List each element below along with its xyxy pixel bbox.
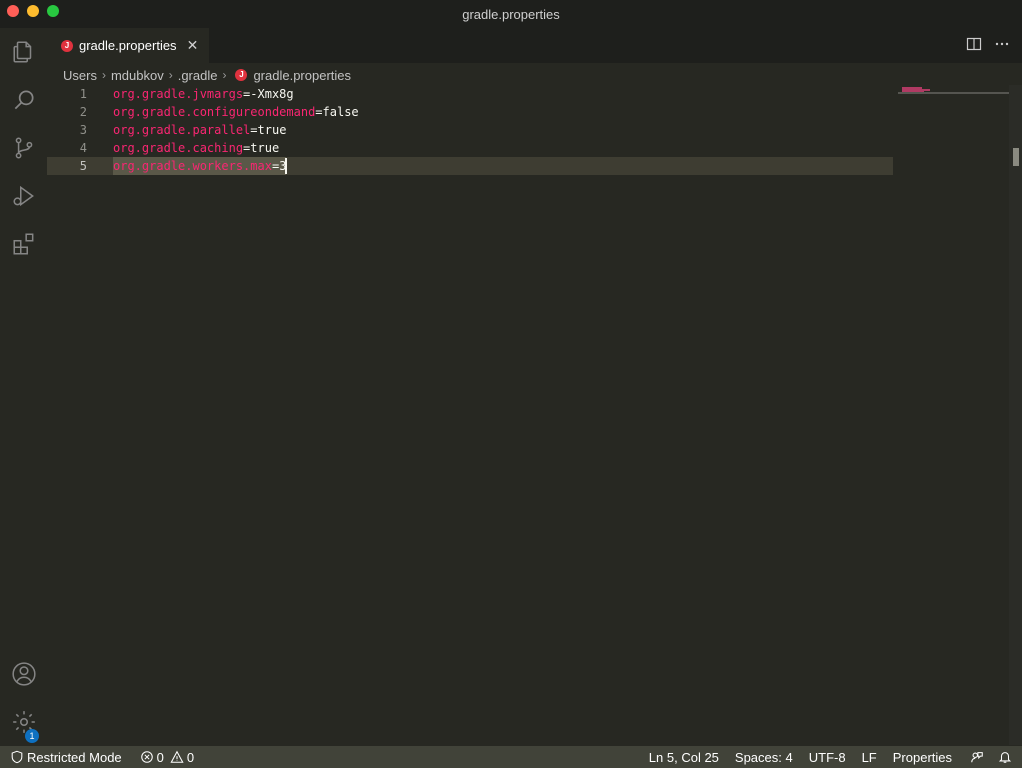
window-controls (7, 5, 59, 17)
search-icon[interactable] (0, 84, 47, 116)
settings-badge: 1 (25, 729, 39, 743)
code-editor[interactable]: 1 org.gradle.jvmargs=-Xmx8g 2 org.gradle… (47, 85, 893, 745)
account-icon[interactable] (0, 658, 47, 690)
line-number: 5 (79, 159, 87, 173)
tab-bar: J gradle.properties ✕ (47, 28, 1022, 63)
error-icon (140, 751, 153, 763)
indentation-label: Spaces: 4 (734, 749, 793, 765)
line-number: 3 (79, 123, 87, 137)
breadcrumb: Users › mdubkov › .gradle › J gradle.pro… (63, 66, 351, 84)
manage-gear-icon[interactable]: 1 (0, 706, 47, 743)
line-number: 2 (79, 105, 87, 119)
code-line[interactable]: 4 org.gradle.caching=true (47, 139, 893, 157)
explorer-icon[interactable] (0, 36, 47, 68)
extensions-icon[interactable] (0, 228, 47, 260)
source-control-icon[interactable] (0, 132, 47, 164)
shield-icon (11, 750, 23, 764)
property-value: true (257, 123, 287, 137)
equals-sign: = (250, 123, 258, 137)
restricted-mode-indicator[interactable]: Restricted Mode (10, 746, 122, 768)
feedback-icon[interactable] (970, 746, 984, 768)
language-mode[interactable]: Properties (893, 746, 952, 768)
warning-count: 0 (186, 749, 195, 765)
code-line[interactable]: 1 org.gradle.jvmargs=-Xmx8g (47, 85, 893, 103)
cursor-position[interactable]: Ln 5, Col 25 (649, 746, 719, 768)
property-key: org.gradle.workers.max (113, 159, 272, 173)
warning-icon (170, 750, 184, 763)
property-value: -Xmx8g (250, 87, 294, 101)
tab-gradle-properties[interactable]: J gradle.properties ✕ (47, 28, 209, 63)
encoding-setting[interactable]: UTF-8 (809, 746, 846, 768)
status-bar: Restricted Mode 0 0 Ln 5, Col 25 Spaces:… (0, 746, 1022, 768)
scrollbar-cursor-marker (1013, 148, 1019, 166)
eol-setting[interactable]: LF (862, 746, 877, 768)
equals-sign: = (315, 105, 323, 119)
error-count: 0 (156, 749, 164, 765)
property-key: org.gradle.caching (113, 141, 244, 155)
encoding-label: UTF-8 (808, 749, 846, 765)
property-key: org.gradle.configureondemand (113, 105, 316, 119)
indentation-setting[interactable]: Spaces: 4 (735, 746, 793, 768)
line-number: 1 (79, 87, 87, 101)
vertical-scrollbar[interactable] (1009, 85, 1022, 745)
window-title: gradle.properties (462, 6, 560, 22)
notifications-bell-icon[interactable] (998, 746, 1012, 768)
tab-label: gradle.properties (79, 38, 177, 53)
title-bar: gradle.properties (0, 0, 1022, 28)
language-label: Properties (892, 749, 952, 765)
code-line[interactable]: 3 org.gradle.parallel=true (47, 121, 893, 139)
breadcrumb-item[interactable]: .gradle (178, 68, 218, 83)
more-actions-icon[interactable] (994, 36, 1010, 52)
property-value: false (322, 105, 359, 119)
activity-bar: 1 (0, 28, 47, 746)
java-file-icon: J (61, 39, 73, 52)
java-file-icon: J (235, 69, 248, 81)
chevron-right-icon: › (222, 68, 227, 82)
line-number: 4 (79, 141, 87, 155)
property-key: org.gradle.parallel (113, 123, 251, 137)
breadcrumb-item[interactable]: gradle.properties (253, 68, 351, 83)
code-line[interactable]: 2 org.gradle.configureondemand=false (47, 103, 893, 121)
editor-actions (966, 36, 1010, 52)
minimap[interactable] (893, 85, 1009, 745)
text-cursor (285, 158, 287, 174)
zoom-window-button[interactable] (47, 5, 59, 17)
cursor-position-label: Ln 5, Col 25 (648, 749, 719, 765)
chevron-right-icon: › (168, 68, 173, 82)
code-line-current[interactable]: 5 org.gradle.workers.max=3 (47, 157, 893, 175)
breadcrumb-item[interactable]: mdubkov (111, 68, 164, 83)
run-debug-icon[interactable] (0, 180, 47, 212)
chevron-right-icon: › (101, 68, 106, 82)
problems-indicator[interactable]: 0 0 (140, 746, 194, 768)
split-editor-icon[interactable] (966, 36, 982, 52)
eol-label: LF (861, 749, 877, 765)
breadcrumb-item[interactable]: Users (63, 68, 97, 83)
property-value: true (250, 141, 280, 155)
restricted-mode-label: Restricted Mode (27, 749, 122, 765)
close-window-button[interactable] (7, 5, 19, 17)
minimize-window-button[interactable] (27, 5, 39, 17)
close-icon[interactable]: ✕ (187, 37, 199, 54)
property-key: org.gradle.jvmargs (113, 87, 244, 101)
minimap-slider[interactable] (898, 92, 1009, 94)
